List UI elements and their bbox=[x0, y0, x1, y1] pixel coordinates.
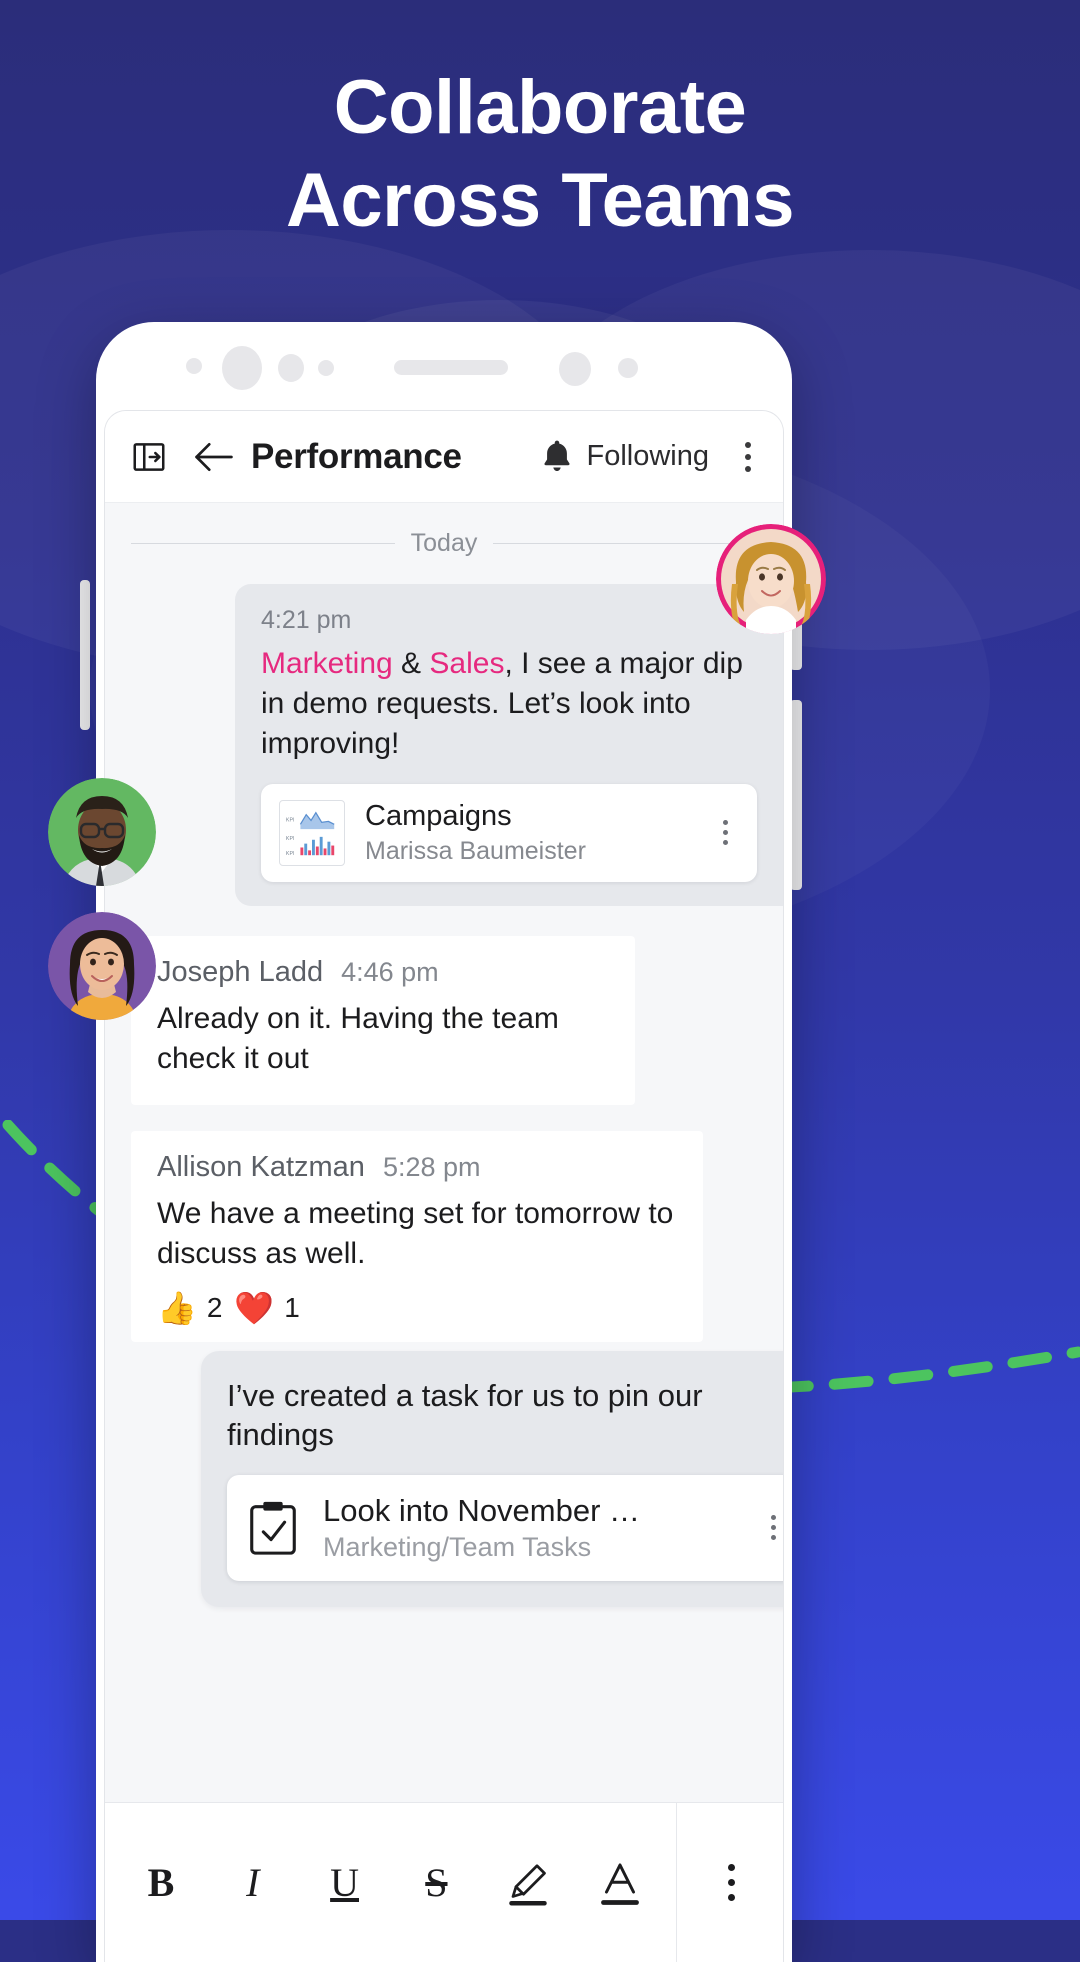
earpiece-speaker bbox=[394, 360, 508, 375]
kpi-dashboard-thumbnail: KPI KPI KPI bbox=[279, 799, 345, 866]
attachment-title: Campaigns bbox=[365, 799, 512, 832]
heart-icon: ❤️ bbox=[234, 1289, 275, 1326]
task-overflow-menu[interactable] bbox=[759, 1508, 783, 1548]
reaction-count: 1 bbox=[284, 1291, 300, 1323]
svg-text:KPI: KPI bbox=[286, 836, 295, 842]
day-divider-label: Today bbox=[410, 529, 478, 557]
heart-reaction[interactable]: ❤️ 1 bbox=[234, 1292, 299, 1324]
message-author: Allison Katzman bbox=[157, 1150, 365, 1183]
text-color-button[interactable] bbox=[583, 1840, 657, 1926]
message-text: Already on it. Having the team check it … bbox=[157, 1002, 559, 1075]
clipboard-check-icon bbox=[247, 1499, 299, 1557]
bell-icon[interactable] bbox=[540, 438, 574, 476]
message-text: We have a meeting set for tomorrow to di… bbox=[157, 1196, 674, 1270]
front-camera-icon bbox=[222, 346, 262, 390]
message-row: 4:21 pm Marketing & Sales, I see a major… bbox=[105, 584, 783, 907]
kebab-dot bbox=[745, 465, 751, 472]
kebab-dot bbox=[770, 1525, 776, 1531]
mention-sales[interactable]: Sales bbox=[429, 647, 504, 680]
kebab-dot bbox=[727, 1879, 735, 1886]
phone-screen: Performance Following Today 4:21 pm Mark… bbox=[104, 410, 784, 1962]
back-arrow-icon[interactable] bbox=[191, 438, 237, 476]
day-divider: Today bbox=[105, 529, 783, 558]
kebab-dot bbox=[745, 441, 751, 448]
avatar-marissa-baumeister[interactable] bbox=[716, 524, 826, 634]
kebab-dot bbox=[745, 453, 751, 460]
underline-button[interactable]: U bbox=[308, 1840, 382, 1926]
svg-text:KPI: KPI bbox=[286, 851, 295, 857]
message-author: Joseph Ladd bbox=[157, 956, 324, 989]
thumbs-up-reaction[interactable]: 👍 2 bbox=[157, 1292, 222, 1324]
phone-volume-button bbox=[80, 580, 90, 730]
reaction-count: 2 bbox=[206, 1291, 223, 1323]
message-text-part: & bbox=[392, 647, 430, 680]
headline-line-2: Across Teams bbox=[286, 157, 794, 243]
task-meta: Look into November … Marketing/Team Task… bbox=[323, 1493, 735, 1564]
format-overflow-menu[interactable] bbox=[727, 1864, 735, 1901]
highlighter-button[interactable] bbox=[491, 1840, 565, 1926]
sensor-dot-icon bbox=[618, 358, 638, 378]
format-buttons: B I U S bbox=[105, 1803, 677, 1962]
message-timestamp: 5:28 pm bbox=[382, 1151, 481, 1182]
message-timestamp: 4:46 pm bbox=[341, 957, 439, 988]
format-toolbar: B I U S bbox=[105, 1802, 783, 1962]
avatar-joseph-ladd[interactable] bbox=[48, 778, 156, 886]
phone-mockup: Performance Following Today 4:21 pm Mark… bbox=[96, 322, 792, 1962]
phone-bezel bbox=[96, 322, 792, 410]
divider-line bbox=[131, 543, 395, 544]
toolbar-overflow-menu[interactable] bbox=[731, 437, 765, 477]
kebab-dot bbox=[722, 830, 728, 836]
sensor-dot-icon bbox=[186, 358, 202, 374]
reaction-row: 👍 2 ❤️ 1 bbox=[157, 1292, 677, 1324]
kebab-dot bbox=[727, 1864, 735, 1871]
page-title: Performance bbox=[251, 436, 462, 476]
kebab-dot bbox=[770, 1515, 776, 1521]
task-title: Look into November … bbox=[323, 1492, 641, 1528]
svg-text:KPI: KPI bbox=[286, 817, 295, 823]
sensor-dot-icon bbox=[278, 354, 304, 382]
attachment-card-campaigns[interactable]: KPI KPI KPI Campaigns Marissa Baumeister bbox=[261, 783, 757, 883]
kebab-dot bbox=[727, 1894, 735, 1901]
task-subtitle: Marketing/Team Tasks bbox=[323, 1532, 592, 1563]
headline-line-1: Collaborate bbox=[333, 65, 747, 150]
message-bubble[interactable]: 4:21 pm Marketing & Sales, I see a major… bbox=[235, 584, 783, 907]
task-card[interactable]: Look into November … Marketing/Team Task… bbox=[227, 1474, 783, 1582]
sensor-dot-icon bbox=[318, 360, 334, 376]
message-thread: Today 4:21 pm Marketing & Sales, I see a… bbox=[105, 503, 783, 1962]
kebab-dot bbox=[722, 820, 728, 826]
attachment-subtitle: Marissa Baumeister bbox=[365, 837, 586, 866]
message-row-joseph-ladd[interactable]: Joseph Ladd 4:46 pm Already on it. Havin… bbox=[131, 936, 635, 1105]
attachment-overflow-menu[interactable] bbox=[711, 813, 739, 853]
task-message-text: I’ve created a task for us to pin our fi… bbox=[227, 1378, 703, 1452]
mention-marketing[interactable]: Marketing bbox=[261, 647, 393, 680]
task-message-bubble[interactable]: I’ve created a task for us to pin our fi… bbox=[201, 1351, 783, 1608]
format-overflow-area bbox=[677, 1803, 783, 1962]
thumbs-up-icon: 👍 bbox=[157, 1289, 197, 1326]
message-text: Marketing & Sales, I see a major dip in … bbox=[261, 644, 757, 764]
following-label[interactable]: Following bbox=[587, 440, 710, 473]
strikethrough-button[interactable]: S bbox=[399, 1840, 473, 1926]
avatar-allison-katzman[interactable] bbox=[48, 912, 156, 1020]
attachment-meta: Campaigns Marissa Baumeister bbox=[365, 800, 691, 866]
message-header: Allison Katzman 5:28 pm bbox=[157, 1151, 677, 1184]
bold-button[interactable]: B bbox=[124, 1840, 198, 1926]
message-timestamp: 4:21 pm bbox=[261, 606, 352, 634]
message-header: Joseph Ladd 4:46 pm bbox=[157, 956, 609, 989]
panel-expand-icon[interactable] bbox=[129, 437, 169, 477]
sensor-dot-icon bbox=[559, 352, 591, 386]
app-toolbar: Performance Following bbox=[105, 411, 783, 503]
italic-button[interactable]: I bbox=[216, 1840, 290, 1926]
headline: Collaborate Across Teams bbox=[0, 62, 1080, 247]
kebab-dot bbox=[722, 840, 728, 846]
divider-line bbox=[493, 543, 757, 544]
kebab-dot bbox=[770, 1535, 776, 1541]
message-row-allison-katzman[interactable]: Allison Katzman 5:28 pm We have a meetin… bbox=[131, 1130, 703, 1342]
